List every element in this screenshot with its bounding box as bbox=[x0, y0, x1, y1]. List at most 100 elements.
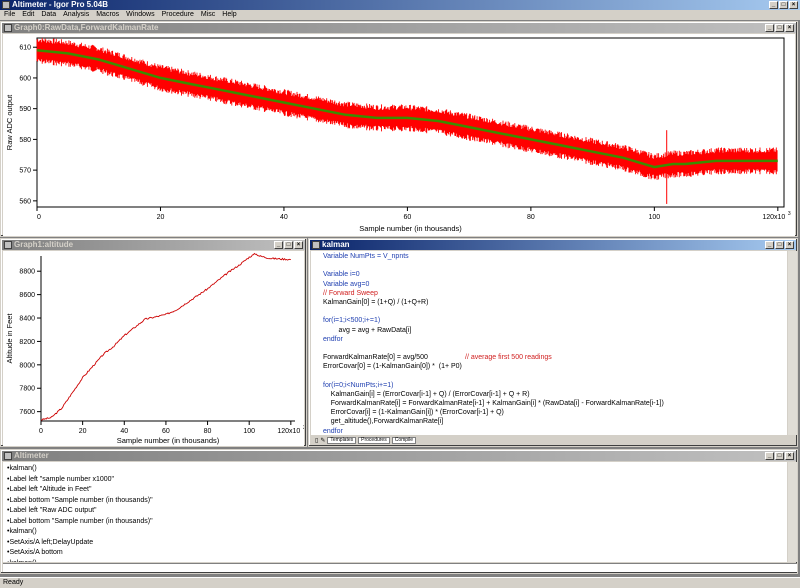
code-line: ErrorCovar[0] = (1-KalmanGain[0]) * (1+ … bbox=[323, 363, 462, 371]
x-tick-label: 60 bbox=[404, 214, 412, 221]
procedure-scrollbar[interactable] bbox=[788, 251, 797, 435]
y-tick-label: 8600 bbox=[19, 292, 35, 299]
y-axis-label: Altitude in Feet bbox=[5, 313, 14, 364]
graph1-maximize-button[interactable]: □ bbox=[284, 241, 293, 249]
history-line[interactable]: •Label left "Altitude in Feet" bbox=[7, 485, 787, 496]
menu-windows[interactable]: Windows bbox=[126, 10, 154, 20]
app-title-bar: Altimeter - Igor Pro 5.04B _ □ × bbox=[0, 0, 800, 10]
x-exponent-label: 3 bbox=[303, 425, 304, 431]
history-area[interactable]: •kalman() •Label left "sample number x100… bbox=[3, 462, 787, 562]
history-line[interactable]: •Label left "sample number x1000" bbox=[7, 475, 787, 486]
y-axis-label: Raw ADC output bbox=[5, 94, 14, 150]
y-tick-label: 8400 bbox=[19, 316, 35, 323]
y-tick-label: 7600 bbox=[19, 409, 35, 416]
history-line[interactable]: •kalman() bbox=[7, 559, 787, 563]
y-tick-label: 8000 bbox=[19, 362, 35, 369]
x-tick-label: 80 bbox=[527, 214, 535, 221]
graph-icon bbox=[4, 24, 12, 32]
file-icon[interactable]: ▯ bbox=[315, 437, 318, 444]
command-title-bar[interactable]: Altimeter _ □ × bbox=[2, 451, 796, 461]
x-exponent-label: 3 bbox=[788, 211, 791, 217]
maximize-button[interactable]: □ bbox=[779, 1, 788, 9]
altitude-series bbox=[41, 252, 291, 421]
graph0-plot-area[interactable]: 610 600 590 580 570 560 0 20 40 60 80 100 120x10 3 Sam… bbox=[3, 34, 795, 236]
code-line: ErrorCovar[i] = (1-KalmanGain[i]) * (Err… bbox=[323, 409, 504, 417]
graph-icon bbox=[4, 241, 12, 249]
y-tick-label: 8800 bbox=[19, 269, 35, 276]
menu-edit[interactable]: Edit bbox=[22, 10, 34, 20]
menu-macros[interactable]: Macros bbox=[96, 10, 119, 20]
x-tick-label: 20 bbox=[157, 214, 165, 221]
kalman-minimize-button[interactable]: _ bbox=[765, 241, 774, 249]
y-tick-label: 8200 bbox=[19, 339, 35, 346]
templates-popup[interactable]: Templates bbox=[327, 437, 357, 444]
app-title: Altimeter - Igor Pro 5.04B bbox=[12, 0, 109, 9]
y-tick-label: 7800 bbox=[19, 386, 35, 393]
command-line-input[interactable] bbox=[3, 563, 797, 572]
code-line-wrap: ForwardKalmanRate[0] = avg/500 // average… bbox=[323, 353, 787, 362]
command-minimize-button[interactable]: _ bbox=[765, 452, 774, 460]
y-tick-label: 600 bbox=[19, 75, 31, 82]
code-line: get_altitude(),ForwardKalmanRate[i] bbox=[323, 418, 444, 426]
kalman-title-bar[interactable]: kalman _ □ × bbox=[310, 240, 796, 250]
raw-adc-chart[interactable]: 610 600 590 580 570 560 0 20 40 60 80 100 120x10 3 Sam… bbox=[3, 34, 795, 236]
code-line: ForwardKalmanRate[0] = avg/500 bbox=[323, 354, 428, 362]
graph0-close-button[interactable]: × bbox=[785, 24, 794, 32]
graph1-plot-area[interactable]: 8800 8600 8400 8200 8000 7800 7600 0 20 40 60 80 100… bbox=[3, 251, 304, 446]
history-scrollbar[interactable] bbox=[788, 462, 797, 562]
graph1-close-button[interactable]: × bbox=[294, 241, 303, 249]
y-tick-label: 610 bbox=[19, 45, 31, 52]
command-maximize-button[interactable]: □ bbox=[775, 452, 784, 460]
history-line[interactable]: •Label bottom "Sample number (in thousan… bbox=[7, 517, 787, 528]
altitude-chart[interactable]: 8800 8600 8400 8200 8000 7800 7600 0 20 40 60 80 100… bbox=[3, 251, 304, 446]
status-bar: Ready bbox=[0, 577, 800, 588]
menu-help[interactable]: Help bbox=[222, 10, 236, 20]
x-axis-label: Sample number (in thousands) bbox=[117, 436, 220, 445]
menu-procedure[interactable]: Procedure bbox=[162, 10, 194, 20]
graph0-maximize-button[interactable]: □ bbox=[775, 24, 784, 32]
command-window: Altimeter _ □ × •kalman() •Label left "sa… bbox=[0, 449, 798, 574]
history-line[interactable]: •Label left "Raw ADC output" bbox=[7, 506, 787, 517]
history-line[interactable]: •Label bottom "Sample number (in thousan… bbox=[7, 496, 787, 507]
graph0-title: Graph0:RawData,ForwardKalmanRate bbox=[14, 23, 159, 32]
status-text: Ready bbox=[3, 579, 24, 586]
minimize-button[interactable]: _ bbox=[769, 1, 778, 9]
y-tick-label: 590 bbox=[19, 106, 31, 113]
close-button[interactable]: × bbox=[789, 1, 798, 9]
command-close-button[interactable]: × bbox=[785, 452, 794, 460]
code-line: // Forward Sweep bbox=[323, 289, 378, 297]
compile-button[interactable]: Compile bbox=[391, 437, 417, 444]
procedure-toolbar: ▯ ✎ Templates Procedures Compile bbox=[311, 436, 787, 445]
x-tick-label: 60 bbox=[162, 428, 170, 435]
graph0-title-bar[interactable]: Graph0:RawData,ForwardKalmanRate _ □ × bbox=[2, 23, 796, 33]
graph1-minimize-button[interactable]: _ bbox=[274, 241, 283, 249]
history-line[interactable]: •kalman() bbox=[7, 464, 787, 475]
kalman-procedure-window: kalman _ □ × Variable NumPts = V_npnts V… bbox=[308, 238, 798, 447]
graph1-title-bar[interactable]: Graph1:altitude _ □ × bbox=[2, 240, 305, 250]
kalman-close-button[interactable]: × bbox=[785, 241, 794, 249]
code-line: avg = avg + RawData[i] bbox=[323, 326, 412, 334]
pencil-icon[interactable]: ✎ bbox=[320, 437, 325, 444]
code-comment: // average first 500 readings bbox=[465, 354, 552, 362]
kalman-maximize-button[interactable]: □ bbox=[775, 241, 784, 249]
menu-data[interactable]: Data bbox=[41, 10, 56, 20]
kalman-title: kalman bbox=[322, 240, 350, 249]
code-line: Variable i=0 bbox=[323, 271, 360, 279]
graph1-title: Graph1:altitude bbox=[14, 240, 74, 249]
procedures-popup[interactable]: Procedures bbox=[358, 437, 390, 444]
history-line[interactable]: •kalman() bbox=[7, 527, 787, 538]
history-line[interactable]: •SetAxis/A left;DelayUpdate bbox=[7, 538, 787, 549]
menu-analysis[interactable]: Analysis bbox=[63, 10, 89, 20]
x-tick-label: 100 bbox=[243, 428, 255, 435]
menu-file[interactable]: File bbox=[4, 10, 15, 20]
graph0-minimize-button[interactable]: _ bbox=[765, 24, 774, 32]
graph0-window: Graph0:RawData,ForwardKalmanRate _ □ × 6… bbox=[0, 21, 798, 237]
menu-misc[interactable]: Misc bbox=[201, 10, 215, 20]
x-tick-label: 40 bbox=[280, 214, 288, 221]
x-tick-label: 0 bbox=[39, 428, 43, 435]
procedure-code-editor[interactable]: Variable NumPts = V_npnts Variable i=0 Va… bbox=[311, 251, 787, 435]
graph1-window: Graph1:altitude _ □ × 8800 8600 8400 8200 80… bbox=[0, 238, 307, 447]
history-line[interactable]: •SetAxis/A bottom bbox=[7, 548, 787, 559]
